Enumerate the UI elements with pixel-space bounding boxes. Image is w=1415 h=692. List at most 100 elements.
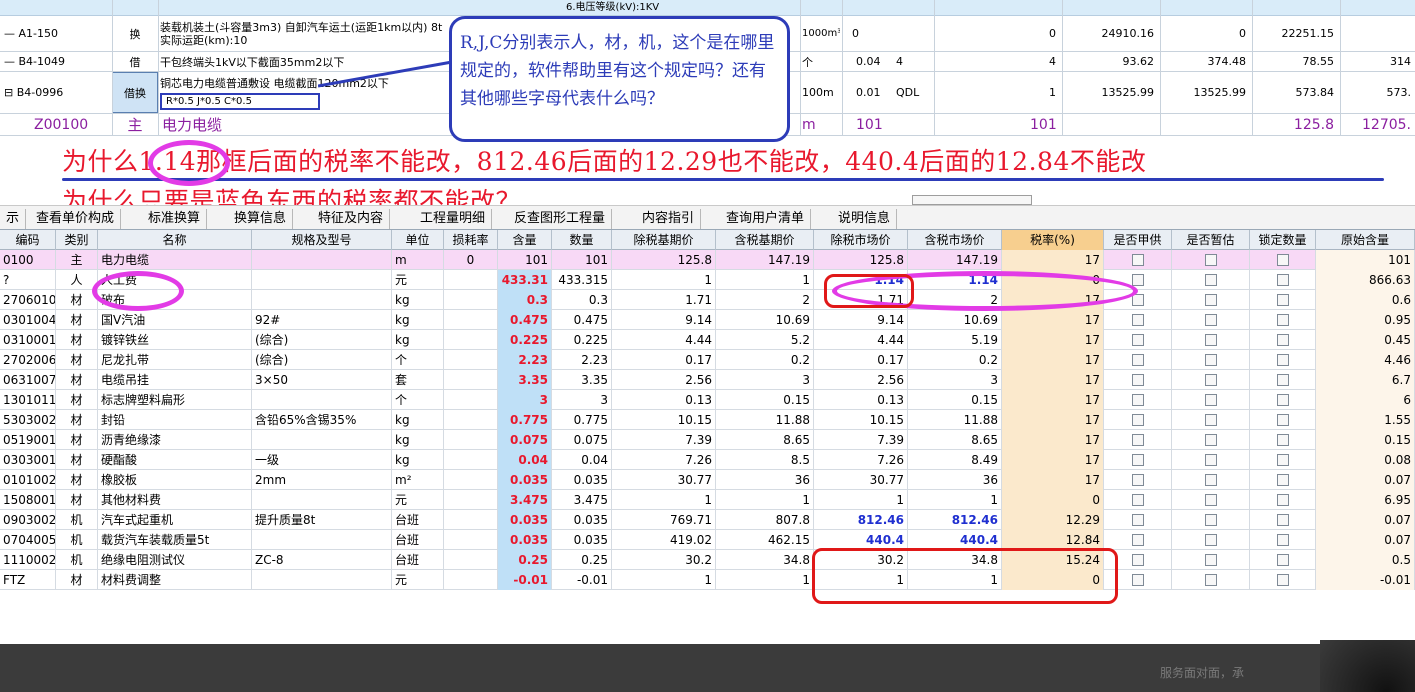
cell-tax-rate-col[interactable]: 17 [1002,390,1104,410]
cell-provisional-col[interactable] [1172,430,1250,450]
cell-content-col[interactable]: 0.225 [498,330,552,350]
supplied-by-owner-checkbox[interactable] [1131,374,1144,386]
cell-pretax-market-price-col[interactable]: 0.13 [814,390,908,410]
cell-supplied-by-owner-col[interactable] [1104,370,1172,390]
cell-quantity-col[interactable]: -0.01 [552,570,612,590]
tab-conversion-info[interactable]: 换算信息 [228,209,294,229]
header-code-col[interactable]: 编码 [0,230,56,250]
header-name-col[interactable]: 名称 [98,230,252,250]
cell-content-col[interactable]: 3.475 [498,490,552,510]
provisional-checkbox[interactable] [1204,294,1217,306]
lock-quantity-checkbox[interactable] [1276,294,1289,306]
grid-row[interactable]: FTZ 材材料费调整元 -0.01 -0.01 1 1 1 1 0 -0.01 [0,570,1415,590]
grid-row[interactable]: 0303001 材硬酯酸 一级 kg 0.04 0.04 7.26 8.5 7.26 8.49 17… [0,450,1415,470]
cell-provisional-col[interactable] [1172,250,1250,270]
lock-quantity-checkbox[interactable] [1276,334,1289,346]
grid-row[interactable]: 1301011 材标志牌塑料扁形个 3 3 0.13 0.15 0.13 0.15 17 6 [0,390,1415,410]
cell-lock-quantity-col[interactable] [1250,410,1316,430]
cell-supplied-by-owner-col[interactable] [1104,390,1172,410]
cell-provisional-col[interactable] [1172,330,1250,350]
cell-lock-quantity-col[interactable] [1250,450,1316,470]
cell-lock-quantity-col[interactable] [1250,390,1316,410]
supplied-by-owner-checkbox[interactable] [1131,494,1144,506]
provisional-checkbox[interactable] [1204,394,1217,406]
header-loss-rate-col[interactable]: 损耗率 [444,230,498,250]
cell-provisional-col[interactable] [1172,410,1250,430]
provisional-checkbox[interactable] [1204,274,1217,286]
grid-row[interactable]: 1508001 材其他材料费元 3.475 3.475 1 1 1 1 0 6.95 [0,490,1415,510]
tab-unit-price-composition[interactable]: 查看单价构成 [30,209,122,229]
header-tax-rate-col[interactable]: 税率(%) [1002,230,1104,250]
cell-provisional-col[interactable] [1172,370,1250,390]
cell-lock-quantity-col[interactable] [1250,270,1316,290]
cell-tax-rate-col[interactable]: 17 [1002,450,1104,470]
cell-lock-quantity-col[interactable] [1250,570,1316,590]
grid-row[interactable]: 5303002 材封铅 含铅65%含锡35% kg 0.775 0.775 10.15 11.… [0,410,1415,430]
cell-content-col[interactable]: 0.475 [498,310,552,330]
cell-supplied-by-owner-col[interactable] [1104,410,1172,430]
cell-pretax-market-price-col[interactable]: 7.39 [814,430,908,450]
cell-taxed-market-price-col[interactable]: 8.49 [908,450,1002,470]
supplied-by-owner-checkbox[interactable] [1131,314,1144,326]
cell-content-col[interactable]: 433.31 [498,270,552,290]
lock-quantity-checkbox[interactable] [1276,554,1289,566]
cell-pretax-market-price-col[interactable]: 4.44 [814,330,908,350]
cell-quantity-col[interactable]: 0.04 [552,450,612,470]
lock-quantity-checkbox[interactable] [1276,314,1289,326]
cell-quantity-col[interactable]: 0.035 [552,470,612,490]
cell-content-col[interactable]: 0.04 [498,450,552,470]
cell-tax-rate-col[interactable]: 17 [1002,430,1104,450]
cell-tax-rate-col[interactable]: 17 [1002,250,1104,270]
cell-taxed-market-price-col[interactable]: 3 [908,370,1002,390]
grid-row[interactable]: 0903002 机汽车式起重机 提升质量8t 台班 0.035 0.035 769.71 80… [0,510,1415,530]
lock-quantity-checkbox[interactable] [1276,354,1289,366]
header-lock-quantity-col[interactable]: 锁定数量 [1250,230,1316,250]
tab-standard-conversion[interactable]: 标准换算 [142,209,208,229]
cell-pretax-market-price-col[interactable]: 2.56 [814,370,908,390]
grid-row[interactable]: 1110002 机绝缘电阻测试仪 ZC-8 台班 0.25 0.25 30.2 34.8 30.… [0,550,1415,570]
cell-provisional-col[interactable] [1172,450,1250,470]
tab-description[interactable]: 说明信息 [832,209,898,229]
header-pretax-base-price-col[interactable]: 除税基期价 [612,230,716,250]
cell-tax-rate-col[interactable]: 17 [1002,350,1104,370]
cell-pretax-market-price-col[interactable]: 440.4 [814,530,908,550]
header-quantity-col[interactable]: 数量 [552,230,612,250]
lock-quantity-checkbox[interactable] [1276,494,1289,506]
cell-taxed-market-price-col[interactable]: 440.4 [908,530,1002,550]
lock-quantity-checkbox[interactable] [1276,374,1289,386]
cell-pretax-market-price-col[interactable]: 10.15 [814,410,908,430]
supplied-by-owner-checkbox[interactable] [1131,534,1144,546]
cell-quantity-col[interactable]: 0.035 [552,510,612,530]
provisional-checkbox[interactable] [1204,454,1217,466]
cell-lock-quantity-col[interactable] [1250,290,1316,310]
lock-quantity-checkbox[interactable] [1276,274,1289,286]
cell-taxed-market-price-col[interactable]: 36 [908,470,1002,490]
cell-pretax-market-price-col[interactable]: 0.17 [814,350,908,370]
cell-tax-rate-col[interactable]: 17 [1002,330,1104,350]
cell-lock-quantity-col[interactable] [1250,510,1316,530]
cell-quantity-col[interactable]: 3.475 [552,490,612,510]
cell-content-col[interactable]: 0.035 [498,530,552,550]
cell-pretax-market-price-col[interactable]: 9.14 [814,310,908,330]
cell-content-col[interactable]: 2.23 [498,350,552,370]
supplied-by-owner-checkbox[interactable] [1131,394,1144,406]
cell-quantity-col[interactable]: 0.25 [552,550,612,570]
cell-content-col[interactable]: 3 [498,390,552,410]
cell-quantity-col[interactable]: 101 [552,250,612,270]
lock-quantity-checkbox[interactable] [1276,474,1289,486]
supplied-by-owner-checkbox[interactable] [1131,354,1144,366]
grid-row[interactable]: 0301004 材国V汽油 92# kg 0.475 0.475 9.14 10.69 9.14… [0,310,1415,330]
cell-supplied-by-owner-col[interactable] [1104,250,1172,270]
cell-taxed-market-price-col[interactable]: 1 [908,490,1002,510]
supplied-by-owner-checkbox[interactable] [1131,554,1144,566]
provisional-checkbox[interactable] [1204,534,1217,546]
supplied-by-owner-checkbox[interactable] [1131,514,1144,526]
supplied-by-owner-checkbox[interactable] [1131,274,1144,286]
cell-provisional-col[interactable] [1172,350,1250,370]
provisional-checkbox[interactable] [1204,434,1217,446]
cell-provisional-col[interactable] [1172,490,1250,510]
supplied-by-owner-checkbox[interactable] [1131,434,1144,446]
cell-supplied-by-owner-col[interactable] [1104,510,1172,530]
cell-supplied-by-owner-col[interactable] [1104,330,1172,350]
tab-show[interactable]: 示 [0,209,27,229]
